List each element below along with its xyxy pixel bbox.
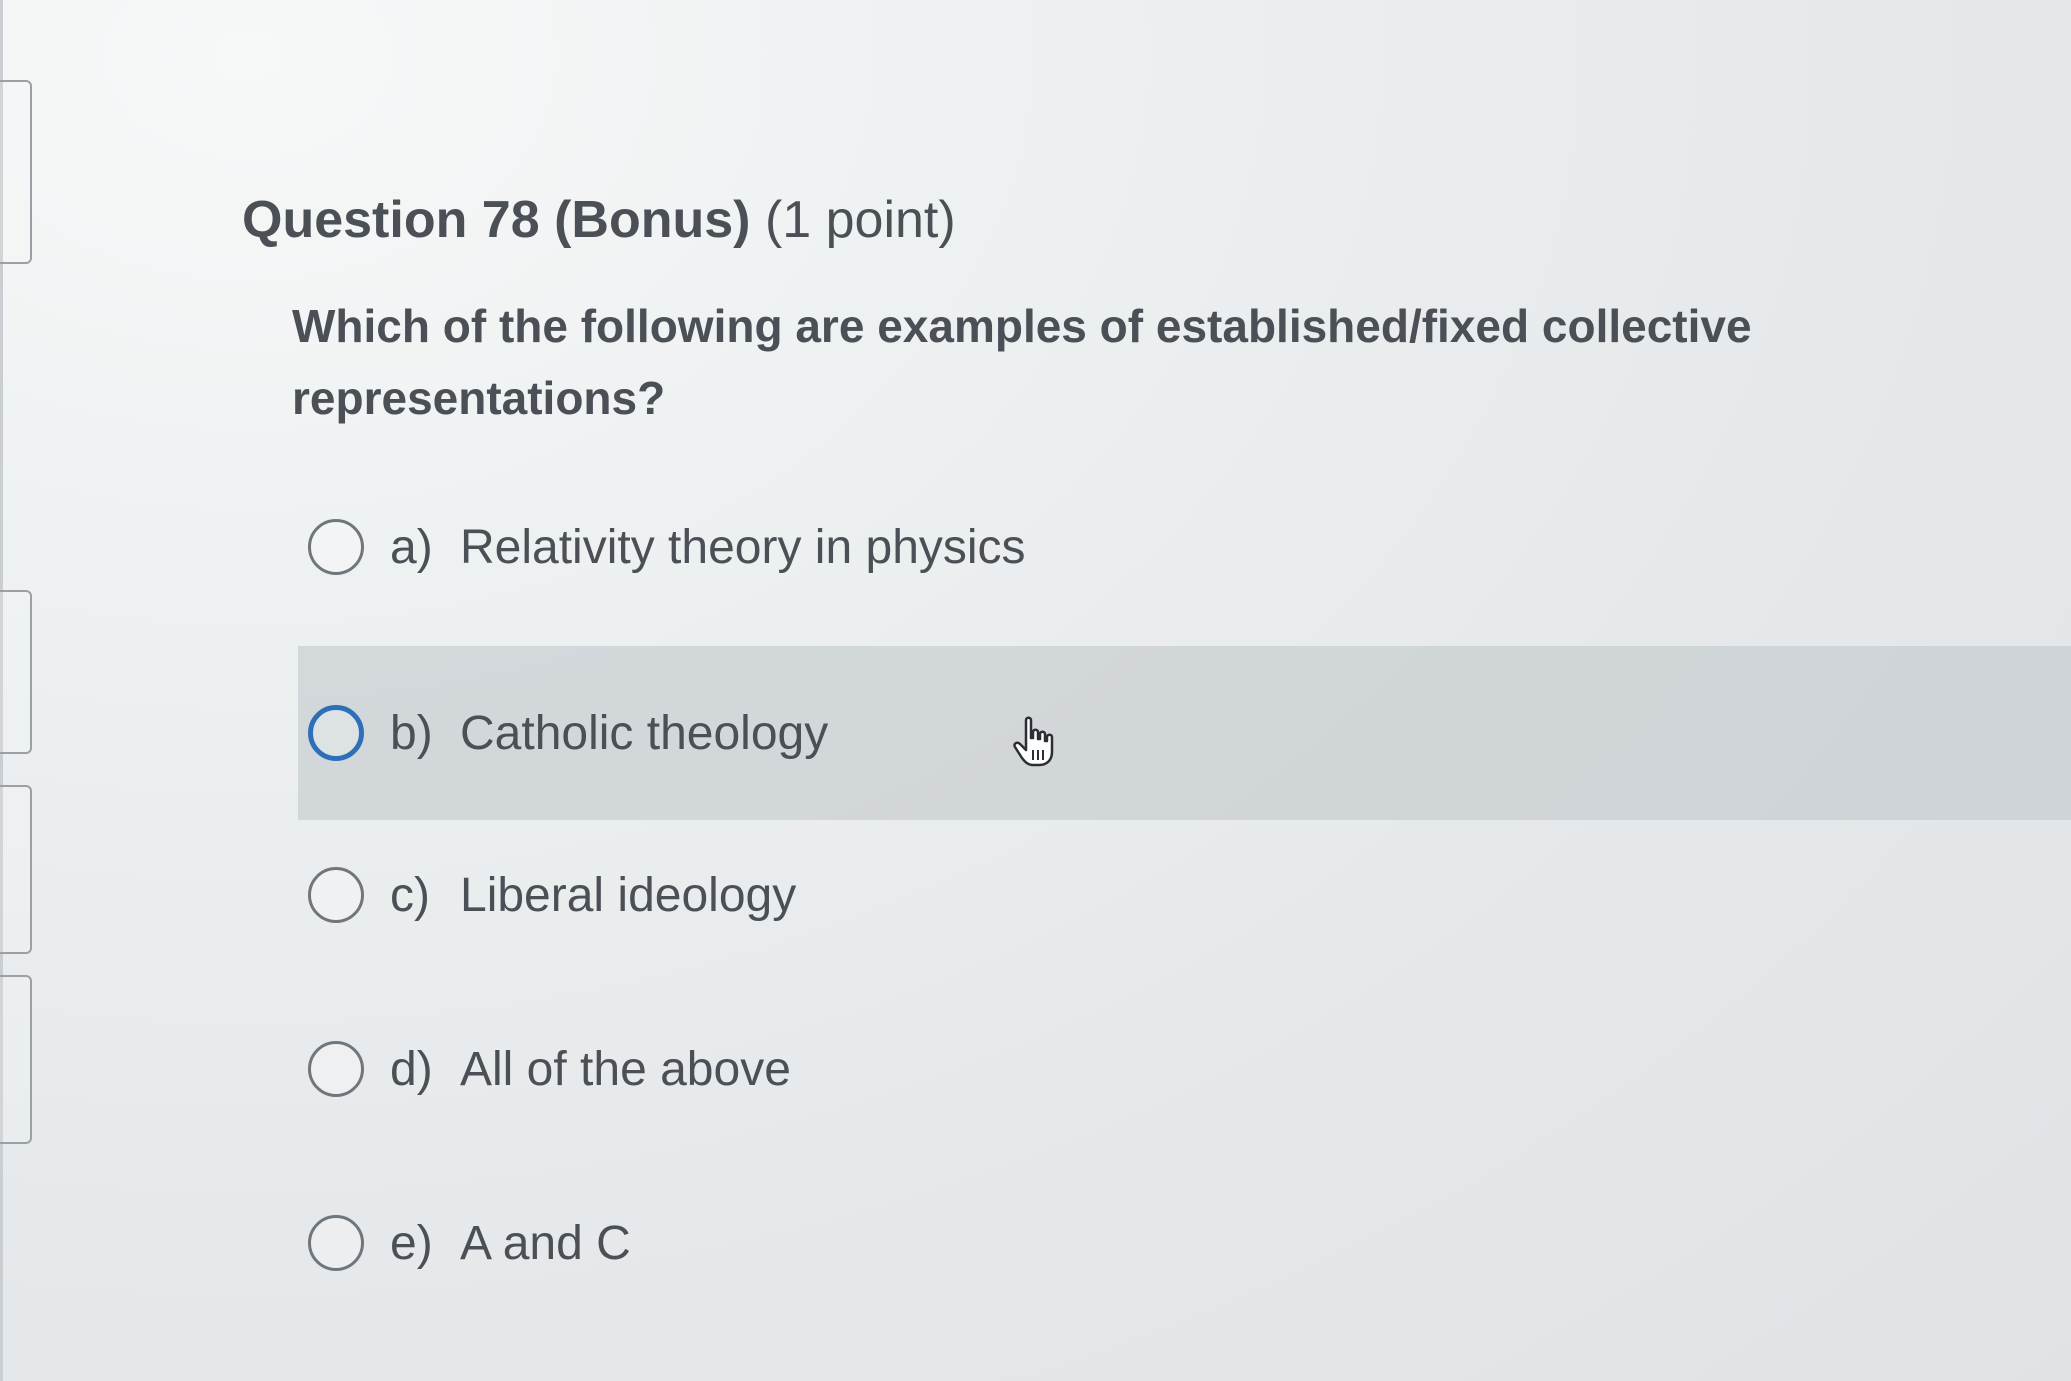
option-a[interactable]: a) Relativity theory in physics [298,460,2071,634]
option-label: Catholic theology [460,706,829,760]
option-label: Liberal ideology [460,868,797,922]
option-letter: a) [390,520,433,574]
option-c[interactable]: c) Liberal ideology [298,808,2071,982]
radio-button-a[interactable] [308,519,364,575]
option-label: All of the above [460,1042,791,1096]
radio-button-b[interactable] [308,705,364,761]
option-b[interactable]: b) Catholic theology [298,646,2071,820]
option-letter: c) [390,868,430,922]
option-e[interactable]: e) A and C [298,1156,2071,1330]
radio-button-e[interactable] [308,1215,364,1271]
option-letter: d) [390,1042,433,1096]
radio-button-d[interactable] [308,1041,364,1097]
option-letter: b) [390,706,433,760]
radio-button-c[interactable] [308,867,364,923]
option-label: A and C [460,1216,631,1270]
hand-pointer-icon [1012,716,1058,768]
answer-options: a) Relativity theory in physics b) Catho… [0,0,2071,1381]
option-d[interactable]: d) All of the above [298,982,2071,1156]
option-letter: e) [390,1216,433,1270]
option-label: Relativity theory in physics [460,520,1026,574]
